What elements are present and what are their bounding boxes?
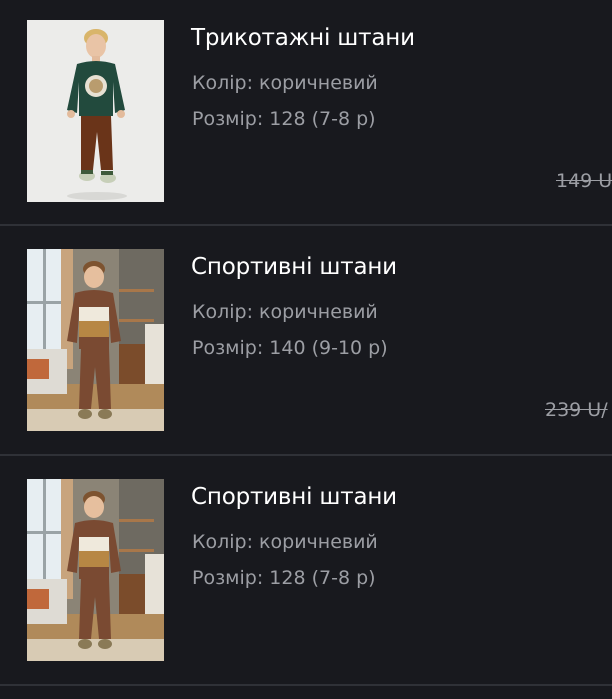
product-title[interactable]: Спортивні штани xyxy=(191,254,397,280)
cart-item[interactable]: Трикотажні штани Колір: коричневий Розмі… xyxy=(0,0,612,229)
product-color: Колір: коричневий xyxy=(192,531,378,553)
cart-item-list: Трикотажні штани Колір: коричневий Розмі… xyxy=(0,0,612,699)
product-title[interactable]: Трикотажні штани xyxy=(191,25,415,51)
old-price: 239 U/ xyxy=(545,399,608,421)
cart-item[interactable]: Спортивні штани Колір: коричневий Розмір… xyxy=(0,459,612,688)
item-divider xyxy=(0,684,612,686)
product-size: Розмір: 140 (9-10 р) xyxy=(192,337,388,359)
product-size: Розмір: 128 (7-8 р) xyxy=(192,567,376,589)
product-image[interactable] xyxy=(27,479,164,661)
product-title[interactable]: Спортивні штани xyxy=(191,484,397,510)
product-size: Розмір: 128 (7-8 р) xyxy=(192,108,376,130)
cart-item[interactable]: Спортивні штани Колір: коричневий Розмір… xyxy=(0,229,612,458)
item-divider xyxy=(0,454,612,456)
product-image[interactable] xyxy=(27,249,164,431)
product-color: Колір: коричневий xyxy=(192,301,378,323)
product-color: Колір: коричневий xyxy=(192,72,378,94)
product-image[interactable] xyxy=(27,20,164,202)
old-price: 149 U xyxy=(556,170,612,192)
item-divider xyxy=(0,224,612,226)
